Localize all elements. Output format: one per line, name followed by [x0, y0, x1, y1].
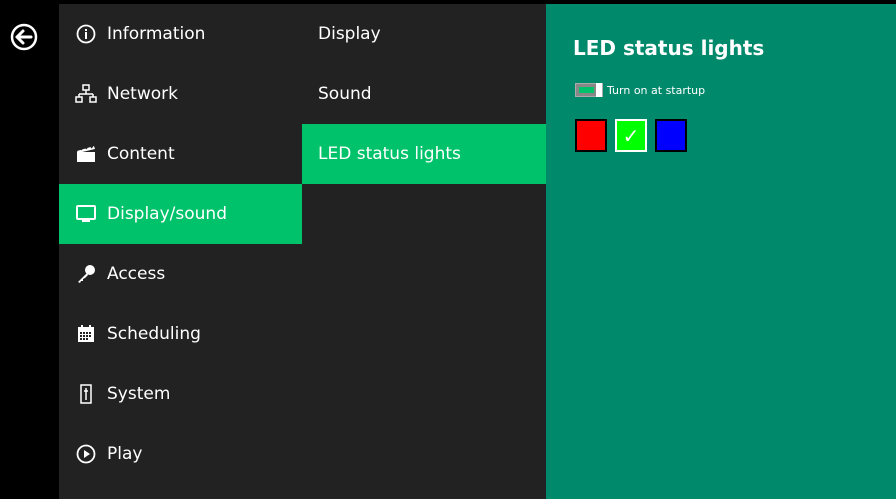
menu-item-access[interactable]: Access — [59, 244, 302, 304]
color-swatch-red[interactable] — [575, 119, 607, 152]
app-window: Information Network Content Display/soun… — [0, 0, 896, 499]
toggle-on-indicator — [579, 87, 594, 93]
menu-item-label: Network — [107, 84, 178, 104]
submenu-item-label: Display — [318, 24, 381, 44]
menu-item-label: Play — [107, 444, 143, 464]
menu-item-label: Content — [107, 144, 175, 164]
menu-item-label: Access — [107, 264, 166, 284]
clapperboard-icon — [75, 143, 97, 165]
submenu-item-label: LED status lights — [318, 144, 461, 164]
back-strip — [0, 0, 59, 499]
menu-item-label: System — [107, 384, 171, 404]
color-swatches: ✓ — [575, 119, 687, 152]
submenu-item-led-status-lights[interactable]: LED status lights — [302, 124, 546, 184]
monitor-icon — [75, 203, 97, 225]
menu-item-play[interactable]: Play — [59, 424, 302, 484]
menu-item-label: Information — [107, 24, 206, 44]
check-icon: ✓ — [622, 123, 640, 148]
key-icon — [75, 263, 97, 285]
submenu-item-display[interactable]: Display — [302, 4, 546, 64]
main-menu: Information Network Content Display/soun… — [59, 4, 302, 499]
menu-item-display-sound[interactable]: Display/sound — [59, 184, 302, 244]
submenu-item-label: Sound — [318, 84, 372, 104]
menu-item-network[interactable]: Network — [59, 64, 302, 124]
startup-toggle-row[interactable]: Turn on at startup — [575, 83, 705, 97]
menu-item-system[interactable]: System — [59, 364, 302, 424]
color-swatch-green[interactable]: ✓ — [615, 119, 647, 152]
menu-item-scheduling[interactable]: Scheduling — [59, 304, 302, 364]
menu-item-information[interactable]: Information — [59, 4, 302, 64]
play-icon — [75, 443, 97, 465]
startup-toggle[interactable] — [575, 83, 603, 97]
back-arrow-icon[interactable] — [10, 23, 38, 51]
color-swatch-blue[interactable] — [655, 119, 687, 152]
system-icon — [75, 383, 97, 405]
calendar-icon — [75, 323, 97, 345]
menu-item-content[interactable]: Content — [59, 124, 302, 184]
menu-item-label: Scheduling — [107, 324, 201, 344]
info-icon — [75, 23, 97, 45]
settings-panel: LED status lights Turn on at startup ✓ — [546, 4, 896, 499]
sub-menu: Display Sound LED status lights — [302, 4, 546, 499]
network-icon — [75, 83, 97, 105]
page-title: LED status lights — [573, 36, 765, 60]
toggle-label: Turn on at startup — [607, 83, 706, 97]
toggle-knob — [596, 83, 602, 97]
menu-item-label: Display/sound — [107, 204, 227, 224]
submenu-item-sound[interactable]: Sound — [302, 64, 546, 124]
